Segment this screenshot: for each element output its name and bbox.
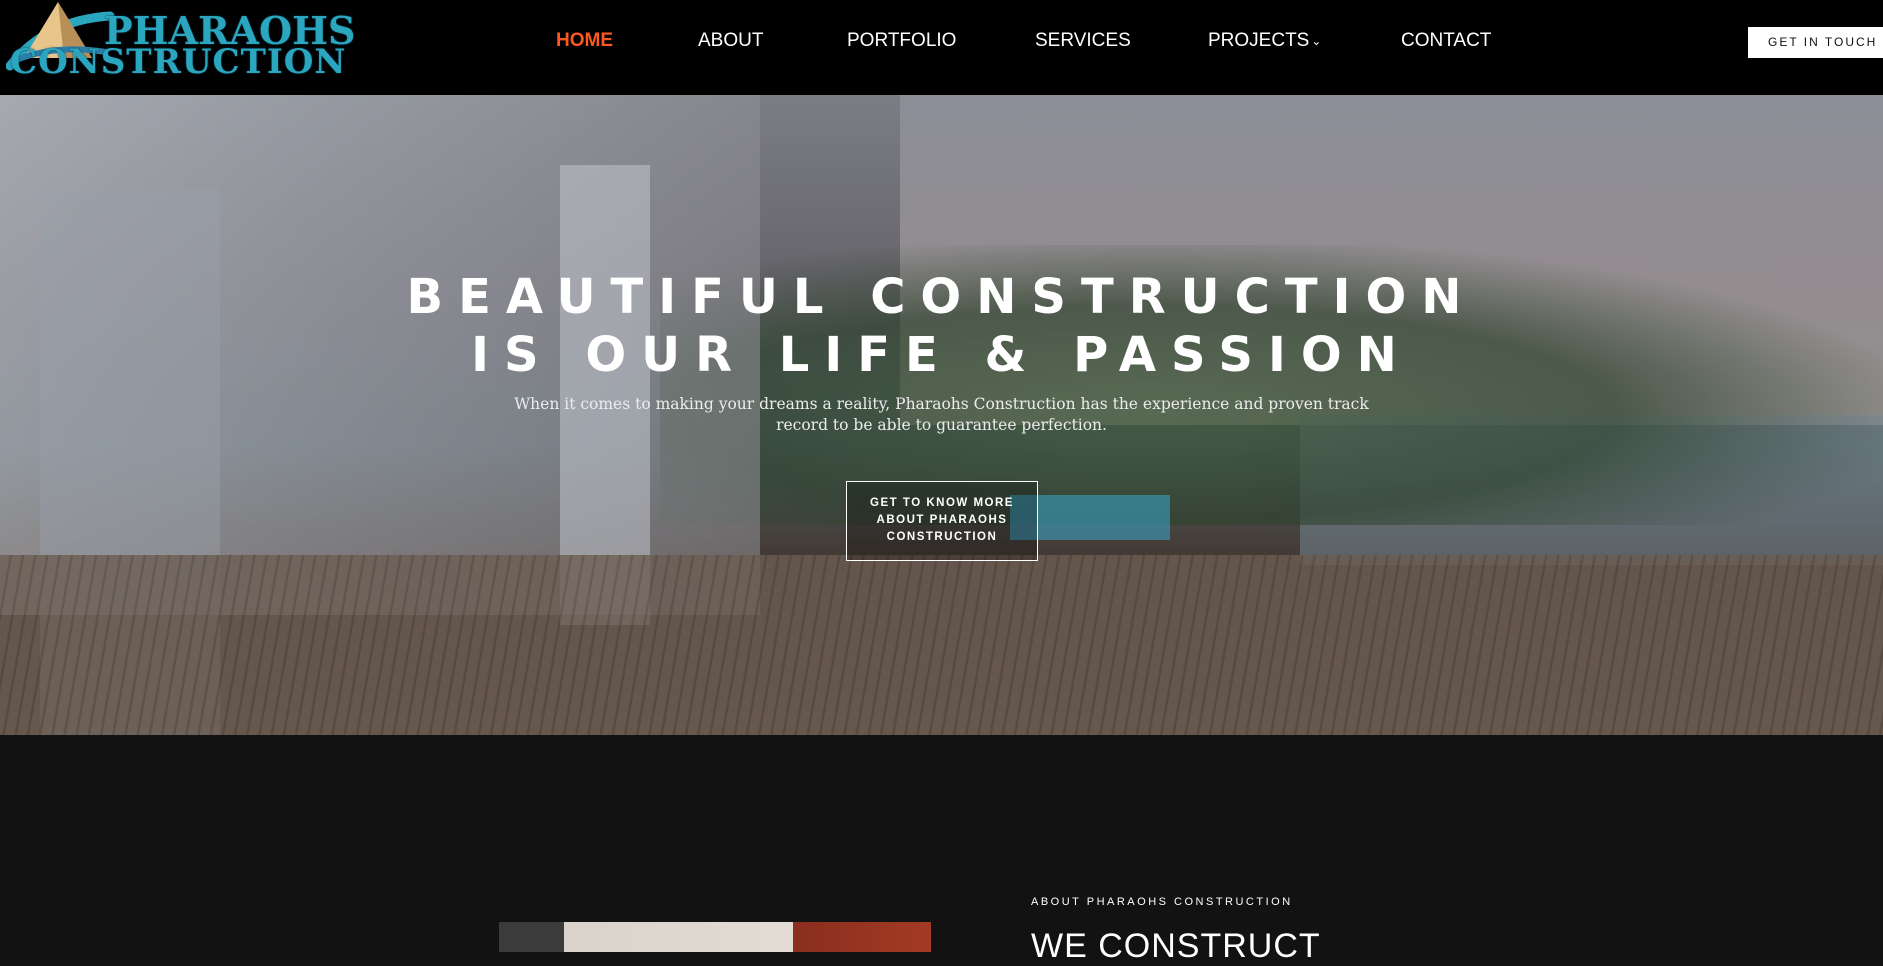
nav-about[interactable]: ABOUT	[698, 30, 763, 52]
about-image	[499, 922, 931, 952]
nav-projects[interactable]: PROJECTS ⌄	[1208, 30, 1321, 52]
nav-services[interactable]: SERVICES	[1035, 30, 1131, 52]
chevron-down-icon: ⌄	[1311, 33, 1322, 48]
nav-contact[interactable]: CONTACT	[1401, 30, 1491, 52]
get-in-touch-button[interactable]: GET IN TOUCH	[1748, 27, 1883, 58]
nav-projects-label: PROJECTS	[1208, 30, 1310, 51]
nav-home[interactable]: HOME	[556, 30, 613, 52]
site-header: PHARAOHS CONSTRUCTION HOME ABOUT PORTFOL…	[0, 0, 1883, 95]
about-heading: WE CONSTRUCT	[1031, 927, 1321, 965]
hero-section: BEAUTIFUL CONSTRUCTION IS OUR LIFE & PAS…	[0, 95, 1883, 735]
hero-title-line1: BEAUTIFUL CONSTRUCTION	[406, 269, 1477, 325]
main-nav: HOME ABOUT PORTFOLIO SERVICES PROJECTS ⌄ …	[0, 30, 1883, 54]
nav-portfolio[interactable]: PORTFOLIO	[847, 30, 956, 52]
hero-title-line2: IS OUR LIFE & PASSION	[471, 327, 1412, 383]
about-eyebrow: ABOUT PHARAOHS CONSTRUCTION	[1031, 896, 1293, 908]
hero-description: When it comes to making your dreams a re…	[514, 395, 1369, 434]
learn-more-button[interactable]: GET TO KNOW MORE ABOUT PHARAOHS CONSTRUC…	[846, 481, 1038, 561]
hero-title: BEAUTIFUL CONSTRUCTION IS OUR LIFE & PAS…	[0, 268, 1883, 384]
hero-deck	[0, 555, 1883, 735]
